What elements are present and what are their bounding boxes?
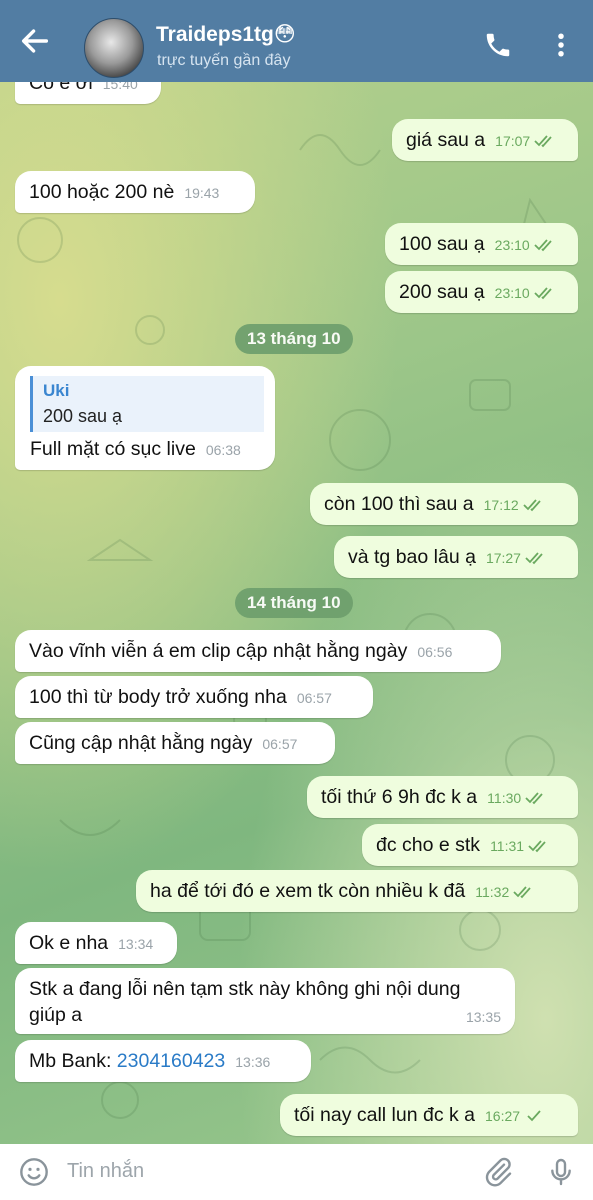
message-text: 200 sau ạ	[399, 281, 485, 303]
emoji-icon[interactable]	[18, 1156, 50, 1188]
double-check-icon	[525, 792, 543, 805]
phone-icon[interactable]	[483, 30, 513, 60]
single-check-icon	[527, 1110, 541, 1122]
message-outgoing[interactable]: 100 sau ạ 23:10	[385, 223, 578, 265]
message-time: 19:43	[184, 185, 220, 201]
double-check-icon	[534, 135, 552, 148]
message-outgoing[interactable]: tối nay call lun đc k a 16:27	[280, 1094, 578, 1136]
avatar[interactable]	[84, 18, 144, 78]
message-text: giá sau a	[406, 129, 486, 151]
chat-header: Traideps1tg😳 trực tuyến gần đây	[0, 0, 593, 82]
message-incoming[interactable]: Mb Bank: 2304160423 13:36	[15, 1040, 311, 1082]
message-text: 100 sau ạ	[399, 233, 485, 255]
message-incoming[interactable]: 100 hoặc 200 nè 19:43	[15, 171, 255, 213]
double-check-icon	[534, 287, 552, 300]
message-outgoing[interactable]: còn 100 thì sau a 17:12	[310, 483, 578, 525]
contact-name[interactable]: Traideps1tg😳	[156, 22, 296, 47]
message-text: còn 100 thì sau a	[324, 493, 474, 515]
double-check-icon	[523, 499, 541, 512]
message-time: 11:31	[490, 838, 525, 854]
message-time: 23:10	[494, 237, 530, 253]
message-incoming[interactable]: Stk a đang lỗi nên tạm stk này không ghi…	[15, 968, 515, 1034]
message-incoming[interactable]: Cũng cập nhật hằng ngày 06:57	[15, 722, 335, 764]
message-time: 06:57	[296, 690, 332, 706]
message-text: tối nay call lun đc k a	[294, 1104, 476, 1126]
message-time: 17:07	[495, 133, 531, 149]
message-time: 06:38	[205, 442, 241, 458]
microphone-icon[interactable]	[545, 1156, 577, 1188]
message-composer: Tin nhắn	[0, 1144, 593, 1200]
message-incoming[interactable]: Vào vĩnh viễn á em clip cập nhật hằng ng…	[15, 630, 501, 672]
message-time: 11:32	[475, 884, 510, 900]
double-check-icon	[534, 239, 552, 252]
date-separator: 13 tháng 10	[235, 324, 353, 354]
message-outgoing[interactable]: và tg bao lâu ạ 17:27	[334, 536, 578, 578]
message-time: 06:57	[262, 736, 298, 752]
message-outgoing[interactable]: đc cho e stk 11:31	[362, 824, 578, 866]
date-separator: 14 tháng 10	[235, 588, 353, 618]
message-outgoing[interactable]: giá sau a 17:07	[392, 119, 578, 161]
message-text: 100 hoặc 200 nè	[29, 181, 175, 203]
message-time: 06:56	[417, 644, 453, 660]
message-time: 11:30	[487, 790, 522, 806]
reply-author: Uki	[43, 381, 70, 400]
message-text: Full mặt có sục live 06:38	[30, 438, 241, 460]
message-time: 13:36	[235, 1054, 271, 1070]
message-time: 16:27	[485, 1108, 521, 1124]
message-text: Stk a đang lỗi nên tạm stk này không ghi…	[29, 978, 461, 1026]
message-time: 13:34	[118, 936, 154, 952]
double-check-icon	[525, 552, 543, 565]
reply-quote[interactable]: Uki 200 sau ạ	[30, 376, 264, 432]
paperclip-icon[interactable]	[482, 1156, 514, 1188]
message-text: và tg bao lâu ạ	[348, 546, 476, 568]
message-outgoing[interactable]: 200 sau ạ 23:10	[385, 271, 578, 313]
message-text: đc cho e stk	[376, 834, 481, 856]
message-text: tối thứ 6 9h đc k a	[321, 786, 478, 808]
message-time: 13:35	[465, 1009, 501, 1025]
contact-status: trực tuyến gần đây	[157, 52, 291, 69]
more-vertical-icon[interactable]	[546, 30, 576, 60]
message-outgoing[interactable]: tối thứ 6 9h đc k a 11:30	[307, 776, 578, 818]
message-incoming[interactable]: Ok e nha 13:34	[15, 922, 177, 964]
message-time: 17:27	[485, 550, 521, 566]
message-time: 23:10	[494, 285, 530, 301]
arrow-left-icon[interactable]	[18, 24, 52, 58]
double-check-icon	[513, 886, 531, 899]
message-incoming[interactable]: 100 thì từ body trở xuống nha 06:57	[15, 676, 373, 718]
message-text: 100 thì từ body trở xuống nha	[29, 686, 287, 708]
message-outgoing[interactable]: ha để tới đó e xem tk còn nhiều k đã 11:3…	[136, 870, 578, 912]
message-input[interactable]: Tin nhắn	[67, 1160, 144, 1183]
message-time: 17:12	[483, 497, 519, 513]
message-text: Mb Bank:	[29, 1050, 117, 1072]
message-text: Cũng cập nhật hằng ngày	[29, 732, 253, 754]
message-text: Ok e nha	[29, 932, 109, 954]
reply-text: 200 sau ạ	[43, 406, 123, 426]
message-text: Vào vĩnh viễn á em clip cập nhật hằng ng…	[29, 640, 408, 662]
double-check-icon	[528, 840, 546, 853]
account-number-link[interactable]: 2304160423	[117, 1050, 225, 1072]
message-text: ha để tới đó e xem tk còn nhiều k đã	[150, 880, 466, 902]
